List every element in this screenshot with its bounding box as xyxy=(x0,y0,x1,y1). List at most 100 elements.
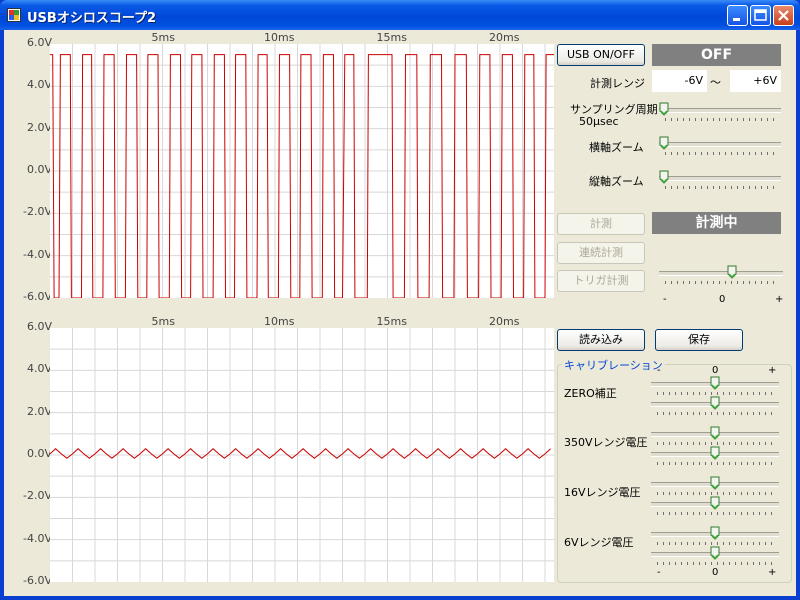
x-tick-label: 15ms xyxy=(376,31,407,44)
vzoom-slider[interactable] xyxy=(659,170,781,192)
app-window: USBオシロスコープ2 6.0V 4.0V 2.0V 0.0V -2.0V -4.0V -6… xyxy=(0,0,800,600)
y-tick-label: 2.0V xyxy=(26,404,52,418)
calib-label-350v: 350Vレンジ電圧 xyxy=(564,436,648,449)
slider-ticks xyxy=(657,462,773,465)
sampling-value: 50μsec xyxy=(579,115,619,128)
measure-status-display: 計測中 xyxy=(652,212,781,234)
app-icon xyxy=(7,8,21,22)
minimize-icon xyxy=(733,18,740,21)
range-separator: ～ xyxy=(710,76,721,89)
slider-thumb[interactable] xyxy=(710,546,720,560)
calib-scale-plus-bottom: + xyxy=(768,567,777,578)
slider-ticks xyxy=(665,118,775,121)
y-tick-label: 6.0V xyxy=(26,320,52,333)
slider-ticks xyxy=(657,492,773,495)
vzoom-label: 縦軸ズーム xyxy=(589,175,644,188)
y-tick-label: 4.0V xyxy=(26,78,52,92)
calib-label-6v: 6Vレンジ電圧 xyxy=(564,536,634,549)
slider-thumb[interactable] xyxy=(710,476,720,490)
calib-scale-minus-top: - xyxy=(657,365,661,376)
bottom-waveform-chart xyxy=(50,328,554,582)
slider-ticks xyxy=(657,442,773,445)
x-tick-label: 5ms xyxy=(151,315,175,328)
y-tick-label: -2.0V xyxy=(23,205,52,219)
trigger-scale-minus: - xyxy=(663,294,667,305)
slider-thumb[interactable] xyxy=(659,102,669,116)
top-waveform-chart xyxy=(50,44,554,298)
calibration-title: キャリブレーション xyxy=(562,357,665,373)
calib-scale-zero-top: 0 xyxy=(712,365,719,376)
slider-thumb[interactable] xyxy=(710,396,720,410)
slider-thumb[interactable] xyxy=(727,265,737,279)
trigger-scale-zero: 0 xyxy=(719,294,726,305)
calib-6v-slider-1[interactable] xyxy=(651,526,779,548)
slider-ticks xyxy=(657,562,773,565)
bottom-waveform-plot[interactable] xyxy=(50,328,554,582)
usb-onoff-button[interactable]: USB ON/OFF xyxy=(557,44,645,66)
calib-16v-slider-2[interactable] xyxy=(651,496,779,518)
y-tick-label: 0.0V xyxy=(26,447,52,460)
slider-ticks xyxy=(665,152,775,155)
calib-6v-slider-2[interactable] xyxy=(651,546,779,568)
slider-ticks xyxy=(665,186,775,189)
slider-thumb[interactable] xyxy=(659,136,669,150)
close-button[interactable] xyxy=(773,5,794,26)
hzoom-label: 横軸ズーム xyxy=(589,141,644,154)
y-tick-label: 2.0V xyxy=(26,120,52,134)
range-max-field[interactable]: +6V xyxy=(730,70,781,92)
slider-ticks xyxy=(657,392,773,395)
slider-track xyxy=(659,108,781,113)
calib-label-zero: ZERO補正 xyxy=(564,387,617,400)
measure-button[interactable]: 計測 xyxy=(557,213,645,235)
slider-thumb[interactable] xyxy=(710,526,720,540)
y-tick-label: 0.0V xyxy=(26,163,52,176)
save-button[interactable]: 保存 xyxy=(655,329,743,351)
maximize-button[interactable] xyxy=(750,5,771,26)
slider-thumb[interactable] xyxy=(710,496,720,510)
trigger-scale-plus: + xyxy=(775,294,784,305)
calib-350v-slider-2[interactable] xyxy=(651,446,779,468)
calib-350v-slider-1[interactable] xyxy=(651,426,779,448)
y-tick-label: -6.0V xyxy=(23,290,52,303)
slider-ticks xyxy=(657,512,773,515)
calib-16v-slider-1[interactable] xyxy=(651,476,779,498)
slider-ticks xyxy=(665,281,777,284)
slider-thumb[interactable] xyxy=(710,426,720,440)
slider-thumb[interactable] xyxy=(710,376,720,390)
slider-track xyxy=(659,142,781,147)
hzoom-slider[interactable] xyxy=(659,136,781,158)
calib-zero-slider-2[interactable] xyxy=(651,396,779,418)
slider-thumb[interactable] xyxy=(710,446,720,460)
x-tick-label: 20ms xyxy=(489,31,520,44)
maximize-icon xyxy=(754,9,767,21)
y-tick-label: -2.0V xyxy=(23,489,52,503)
x-tick-label: 10ms xyxy=(264,31,295,44)
continuous-measure-button[interactable]: 連続計測 xyxy=(557,242,645,264)
usb-status-display: OFF xyxy=(652,44,781,66)
slider-track xyxy=(659,271,783,276)
top-waveform-plot[interactable] xyxy=(50,44,554,298)
y-tick-label: -4.0V xyxy=(23,531,52,545)
minimize-button[interactable] xyxy=(727,5,748,26)
calib-zero-slider-1[interactable] xyxy=(651,376,779,398)
slider-thumb[interactable] xyxy=(659,170,669,184)
y-tick-label: -6.0V xyxy=(23,574,52,587)
title-bar[interactable]: USBオシロスコープ2 xyxy=(0,0,800,30)
close-icon xyxy=(778,10,789,21)
x-tick-label: 20ms xyxy=(489,315,520,328)
x-tick-label: 15ms xyxy=(376,315,407,328)
range-min-field[interactable]: -6V xyxy=(652,70,707,92)
y-tick-label: -4.0V xyxy=(23,247,52,261)
trigger-level-slider[interactable] xyxy=(659,265,783,287)
calib-scale-plus-top: + xyxy=(768,365,777,376)
slider-ticks xyxy=(657,542,773,545)
load-button[interactable]: 読み込み xyxy=(557,329,645,351)
client-area: 6.0V 4.0V 2.0V 0.0V -2.0V -4.0V -6.0V 5ms 10ms 1… xyxy=(4,30,796,596)
x-tick-label: 10ms xyxy=(264,315,295,328)
sampling-slider[interactable] xyxy=(659,102,781,124)
trigger-measure-button[interactable]: トリガ計測 xyxy=(557,270,645,292)
window-title: USBオシロスコープ2 xyxy=(27,11,157,26)
y-tick-label: 4.0V xyxy=(26,362,52,376)
calib-scale-zero-bottom: 0 xyxy=(712,567,719,578)
calib-label-16v: 16Vレンジ電圧 xyxy=(564,486,641,499)
